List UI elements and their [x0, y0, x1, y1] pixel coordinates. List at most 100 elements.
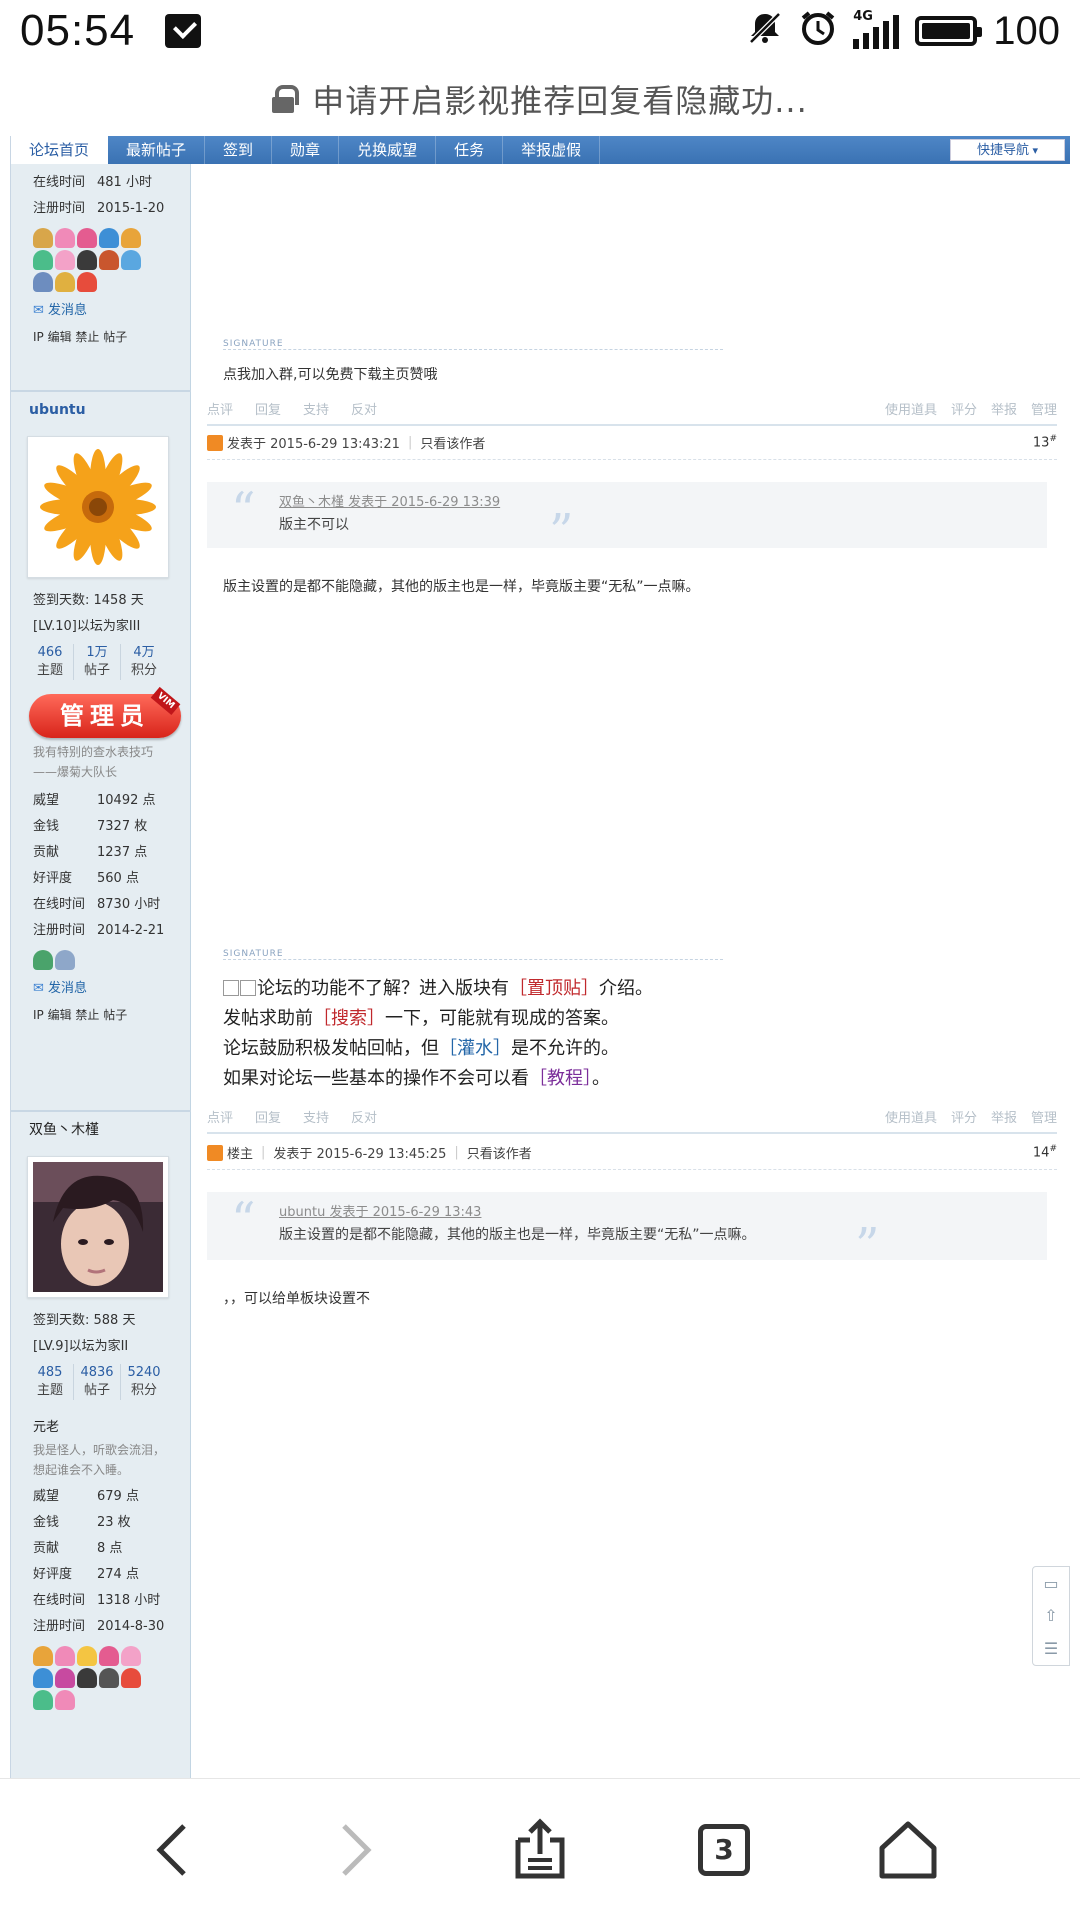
floor-number[interactable]: 13#: [1033, 434, 1057, 450]
post-header-13: 发表于 2015-6-29 13:43:21 | 只看该作者 13#: [207, 426, 1057, 460]
user-grade: 元老: [33, 1420, 60, 1435]
flower-avatar-image: [33, 442, 163, 572]
tutorial-link[interactable]: ［教程］: [529, 1068, 592, 1089]
admin-links[interactable]: IP 编辑 禁止 帖子: [11, 1002, 191, 1028]
manage-checkbox[interactable]: 管理: [1031, 1107, 1057, 1126]
tabs-button[interactable]: 3: [689, 1815, 759, 1885]
medal-icon: [99, 250, 119, 270]
nav-home[interactable]: 论坛首页: [11, 136, 109, 164]
rate-button[interactable]: 评分: [951, 399, 977, 418]
use-item-button[interactable]: 使用道具: [885, 399, 937, 418]
nav-report[interactable]: 举报虚假: [503, 136, 601, 164]
forward-button[interactable]: [321, 1815, 391, 1885]
sticky-post-link[interactable]: ［置顶贴］: [509, 978, 599, 999]
stat-points[interactable]: 5240 积分: [121, 1364, 167, 1400]
post-body: 版主设置的是都不能隐藏，其他的版主也是一样，毕竟版主要“无私”一点嘛。: [223, 579, 700, 595]
admin-links[interactable]: IP 编辑 禁止 帖子: [11, 324, 191, 350]
quote-close-icon: ”: [855, 1218, 880, 1274]
user-stats: 485 主题 4836 帖子 5240 积分: [27, 1364, 167, 1400]
op-tag: 楼主: [227, 1147, 254, 1162]
status-icons: 4G 100: [747, 9, 1060, 54]
info-online-time: 在线时间 1318 小时: [33, 1593, 161, 1608]
post-time: 发表于 2015-6-29 13:43:21: [227, 437, 400, 452]
nav-latest[interactable]: 最新帖子: [108, 136, 206, 164]
signin-days: 签到天数: 1458 天: [33, 593, 144, 608]
stat-threads[interactable]: 466 主题: [27, 644, 74, 680]
user-motto: 我有特别的查水表技巧——爆菊大队长: [33, 745, 154, 779]
post-actions-bar: 点评 回复 支持 反对 使用道具 评分 举报 管理: [207, 1100, 1057, 1134]
send-message-link[interactable]: 发消息: [11, 976, 191, 1002]
back-button[interactable]: [137, 1815, 207, 1885]
avatar[interactable]: [27, 436, 169, 578]
medal-list: [11, 1640, 171, 1716]
home-icon: [879, 1821, 937, 1878]
home-button[interactable]: [873, 1815, 943, 1885]
only-author-link[interactable]: 只看该作者: [420, 433, 485, 452]
author-name[interactable]: ubuntu: [11, 392, 191, 428]
medal-icon: [55, 272, 75, 292]
quote-open-icon: “: [231, 1192, 256, 1248]
signature-label: SIGNATURE: [223, 340, 723, 350]
nav-signin[interactable]: 签到: [205, 136, 273, 164]
nav-medals[interactable]: 勋章: [272, 136, 340, 164]
comment-bubble-icon[interactable]: ▭: [1043, 1574, 1058, 1593]
manage-checkbox[interactable]: 管理: [1031, 399, 1057, 418]
reply-button[interactable]: 回复: [255, 399, 281, 418]
support-button[interactable]: 支持: [303, 399, 329, 418]
post-actions-bar: 点评 回复 支持 反对 使用道具 评分 举报 管理: [207, 392, 1057, 426]
comment-button[interactable]: 点评: [207, 399, 233, 418]
author-name[interactable]: 双鱼丶木槿: [11, 1112, 191, 1148]
comment-button[interactable]: 点评: [207, 1107, 233, 1126]
info-money: 金钱 7327 枚: [33, 819, 148, 834]
nav-tasks[interactable]: 任务: [436, 136, 504, 164]
chevron-left-icon: [156, 1823, 186, 1876]
quote-source[interactable]: 双鱼丶木槿 发表于 2015-6-29 13:39: [279, 492, 1047, 514]
medal-icon: [55, 228, 75, 248]
status-time: 05:54: [20, 6, 136, 55]
floor-number[interactable]: 14#: [1033, 1144, 1057, 1160]
user-motto: 我是怪人，听歌会流泪，想起谁会不入睡。: [33, 1443, 166, 1477]
posts-column: SIGNATURE 点我加入群,可以免费下载主页赞哦 点评 回复 支持 反对 使…: [191, 164, 1070, 1778]
oppose-button[interactable]: 反对: [351, 399, 377, 418]
signature-line: 论坛的功能不了解？进入版块有［置顶贴］介绍。: [223, 974, 653, 1004]
browser-bottom-nav: 3: [0, 1778, 1080, 1920]
share-icon: [515, 1817, 565, 1878]
support-button[interactable]: 支持: [303, 1107, 329, 1126]
quote-close-icon: ”: [549, 504, 574, 560]
share-button[interactable]: [505, 1815, 575, 1885]
quote-text: 版主不可以: [279, 517, 349, 533]
back-to-top-icon[interactable]: ⇧: [1044, 1606, 1057, 1625]
info-prestige: 威望 679 点: [33, 1489, 139, 1504]
signature-label: SIGNATURE: [223, 950, 723, 960]
rate-button[interactable]: 评分: [951, 1107, 977, 1126]
quote-source[interactable]: ubuntu 发表于 2015-6-29 13:43: [279, 1202, 1047, 1224]
medal-icon: [55, 950, 75, 970]
forum-page[interactable]: 论坛首页 最新帖子 签到 勋章 兑换威望 任务 举报虚假 快捷导航 在线时间48…: [10, 136, 1070, 1778]
only-author-link[interactable]: 只看该作者: [467, 1143, 532, 1162]
list-icon[interactable]: ☰: [1044, 1639, 1058, 1658]
stat-threads[interactable]: 485 主题: [27, 1364, 74, 1400]
search-link[interactable]: ［搜索］: [313, 1008, 385, 1029]
report-button[interactable]: 举报: [991, 399, 1017, 418]
stat-posts[interactable]: 4836 帖子: [74, 1364, 121, 1400]
medal-list: [11, 944, 171, 976]
flood-link[interactable]: ［灌水］: [439, 1038, 511, 1059]
stat-posts[interactable]: 1万 帖子: [74, 644, 121, 680]
user-stats: 466 主题 1万 帖子 4万 积分: [27, 644, 167, 680]
quick-nav-dropdown[interactable]: 快捷导航: [949, 139, 1065, 161]
oppose-button[interactable]: 反对: [351, 1107, 377, 1126]
reply-button[interactable]: 回复: [255, 1107, 281, 1126]
use-item-button[interactable]: 使用道具: [885, 1107, 937, 1126]
medal-icon: [33, 950, 53, 970]
stat-points[interactable]: 4万 积分: [121, 644, 167, 680]
report-button[interactable]: 举报: [991, 1107, 1017, 1126]
send-message-link[interactable]: 发消息: [11, 298, 191, 324]
author-info-13: ubuntu 签到天数: 1458 天 [LV.10]以坛为家III 466 主…: [11, 390, 191, 1028]
nav-exchange[interactable]: 兑换威望: [339, 136, 437, 164]
signature-text[interactable]: 点我加入群,可以免费下载主页赞哦: [223, 364, 437, 384]
signin-days: 签到天数: 588 天: [33, 1313, 136, 1328]
avatar[interactable]: [27, 1156, 169, 1298]
medal-icon: [77, 272, 97, 292]
battery-level: 100: [993, 8, 1060, 53]
address-bar[interactable]: 申请开启影视推荐回复看隐藏功...: [0, 62, 1080, 136]
